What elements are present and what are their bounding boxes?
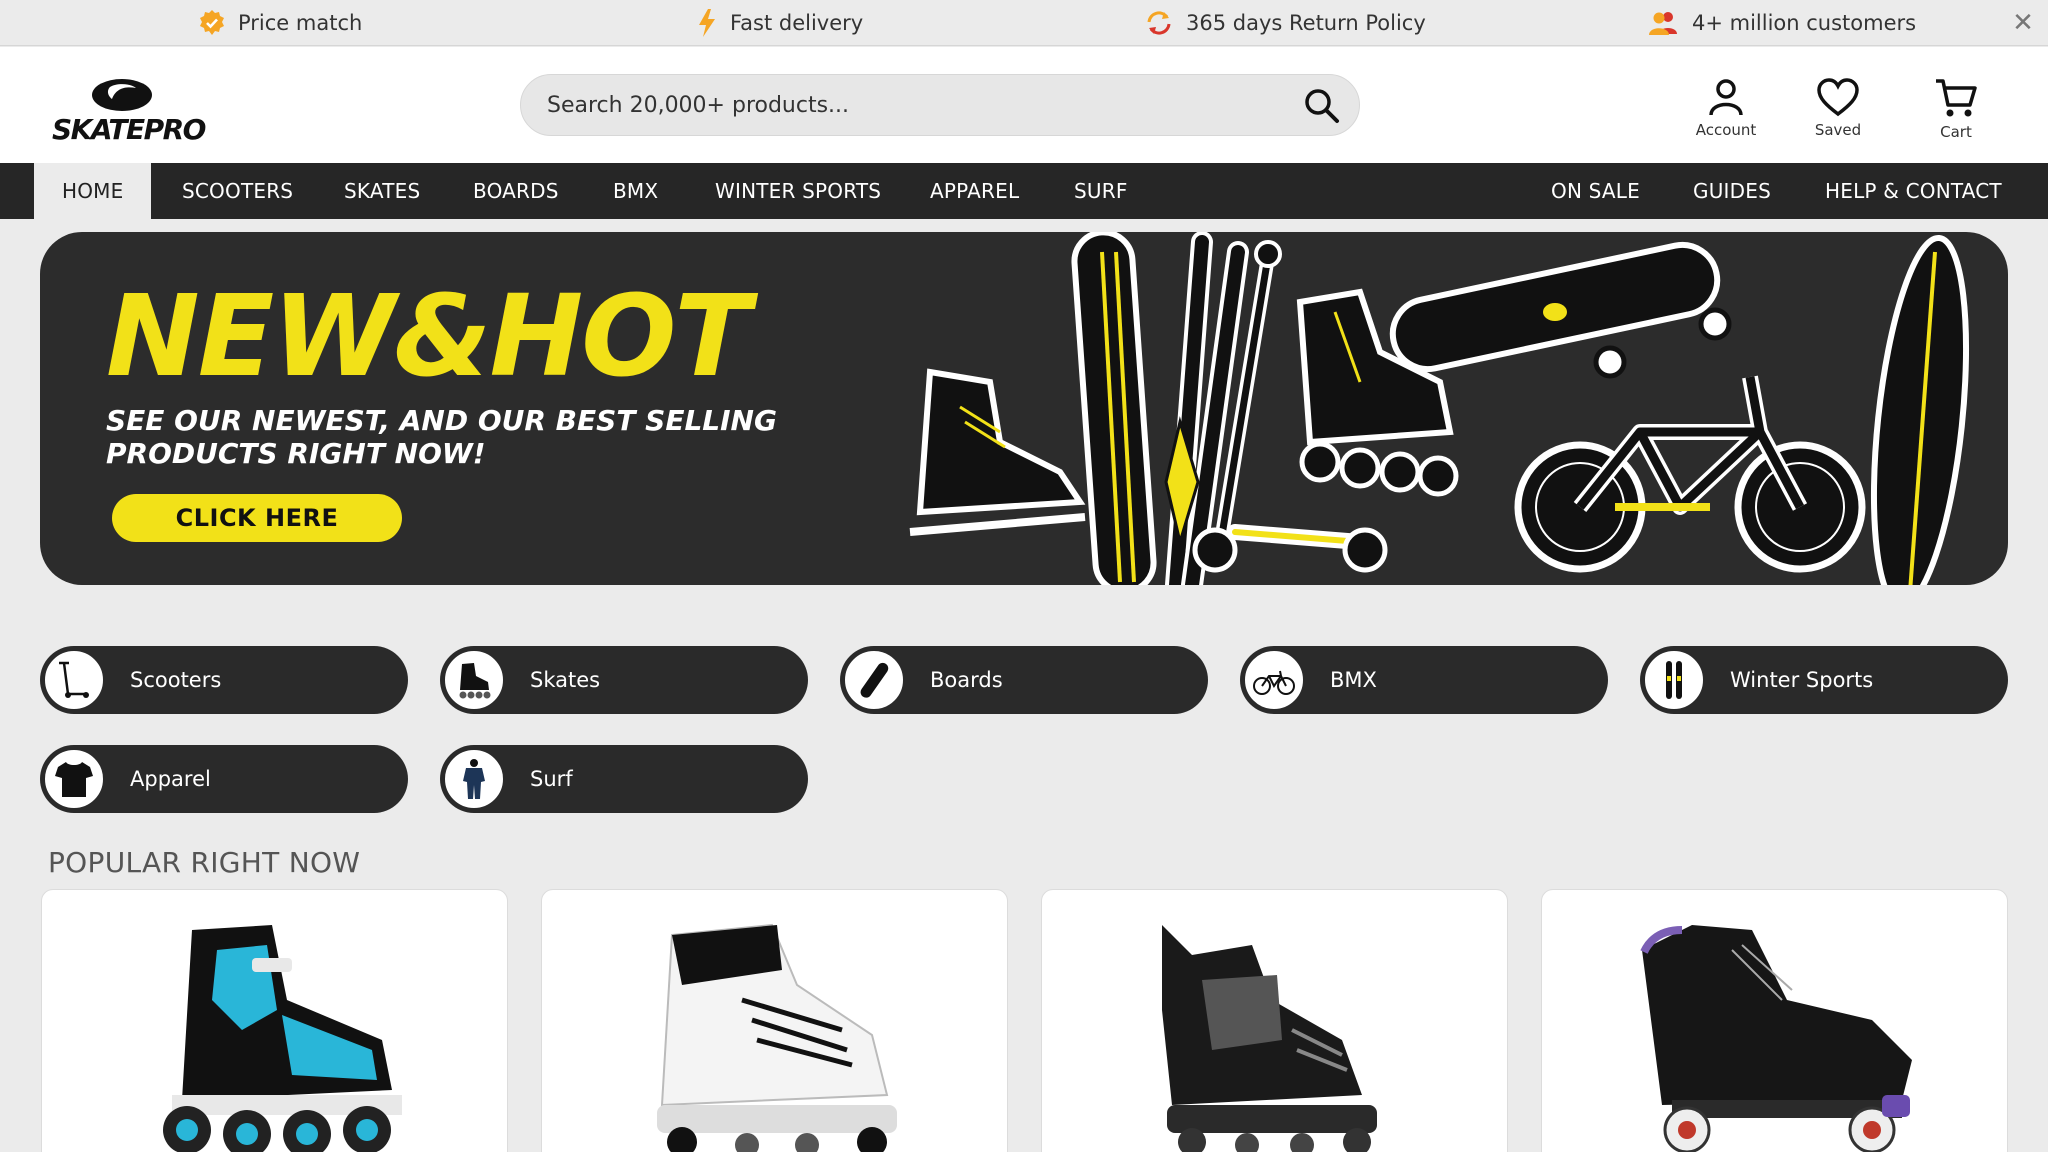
- nav-apparel[interactable]: APPAREL: [930, 163, 1019, 219]
- black-aggressive-skate-image: [1162, 925, 1377, 1152]
- category-boards[interactable]: Boards: [840, 646, 1208, 714]
- nav-surf[interactable]: SURF: [1074, 163, 1128, 219]
- usp-label: 4+ million customers: [1692, 11, 1917, 35]
- category-label: Boards: [930, 668, 1003, 692]
- hero-sports-illustration: [909, 232, 1970, 585]
- close-icon[interactable]: ✕: [2008, 8, 2038, 38]
- hero-subtitle-line2: PRODUCTS RIGHT NOW!: [106, 437, 486, 470]
- search-button[interactable]: [1299, 83, 1345, 129]
- account-button[interactable]: Account: [1678, 77, 1774, 155]
- skis-icon: [1666, 661, 1682, 699]
- hero-title: NEW&HOT: [106, 272, 751, 402]
- nav-guides[interactable]: GUIDES: [1693, 163, 1771, 219]
- category-scooters[interactable]: Scooters: [40, 646, 408, 714]
- lightning-icon: [699, 9, 715, 37]
- nav-scooters[interactable]: SCOOTERS: [182, 163, 293, 219]
- usp-fast-delivery: Fast delivery: [696, 0, 863, 46]
- category-label: Skates: [530, 668, 601, 692]
- black-quad-roller-skate-image: [1640, 925, 1912, 1152]
- hero-subtitle: SEE OUR NEWEST, AND OUR BEST SELLING PRO…: [106, 404, 866, 470]
- search-icon: [1305, 89, 1339, 123]
- nav-on-sale[interactable]: ON SALE: [1551, 163, 1640, 219]
- category-winter-sports[interactable]: Winter Sports: [1640, 646, 2008, 714]
- nav-winter-sports[interactable]: WINTER SPORTS: [715, 163, 881, 219]
- account-icon: [1709, 79, 1743, 116]
- product-card[interactable]: [541, 889, 1008, 1152]
- usp-label: Fast delivery: [730, 11, 864, 35]
- tshirt-icon: [55, 762, 93, 797]
- category-label: BMX: [1330, 668, 1377, 692]
- nav-skates[interactable]: SKATES: [344, 163, 420, 219]
- inline-skate-icon: [459, 663, 491, 699]
- white-aggressive-skate-image: [657, 923, 897, 1152]
- nav-help-contact[interactable]: HELP & CONTACT: [1825, 163, 2002, 219]
- search-bar: [520, 74, 1360, 136]
- product-card[interactable]: [1041, 889, 1508, 1152]
- category-label: Winter Sports: [1730, 668, 1874, 692]
- customers-icon: [1649, 12, 1677, 35]
- badge-check-icon: [200, 10, 224, 35]
- usp-price-match: Price match: [198, 0, 362, 46]
- usp-return-policy: 365 days Return Policy: [1144, 0, 1426, 46]
- return-arrows-icon: [1147, 11, 1171, 35]
- site-header: SKATEPRO Account Saved Cart: [0, 47, 2048, 163]
- main-nav: HOME SCOOTERS SKATES BOARDS BMX WINTER S…: [0, 163, 2048, 219]
- surfboard-illustration: [1870, 234, 1970, 585]
- category-skates[interactable]: Skates: [440, 646, 808, 714]
- cart-icon: [1936, 79, 1977, 117]
- skatepro-logo[interactable]: SKATEPRO: [52, 77, 206, 146]
- skateboard-icon: [860, 662, 889, 698]
- usp-label: 365 days Return Policy: [1186, 11, 1426, 35]
- snowboard-illustration: [1071, 232, 1157, 585]
- usp-label: Price match: [238, 11, 363, 35]
- product-card[interactable]: [1541, 889, 2008, 1152]
- saved-button[interactable]: Saved: [1790, 77, 1886, 155]
- nav-bmx[interactable]: BMX: [613, 163, 658, 219]
- bmx-illustration: [1514, 375, 1866, 573]
- wetsuit-icon: [463, 759, 485, 799]
- blue-black-inline-skate-image: [163, 925, 402, 1152]
- nav-boards[interactable]: BOARDS: [473, 163, 559, 219]
- nav-home[interactable]: HOME: [34, 163, 152, 219]
- hero-cta-button[interactable]: CLICK HERE: [112, 494, 402, 542]
- skateboard-illustration: [1389, 241, 1732, 379]
- usp-bar: Price match Fast delivery 365 days Retur…: [0, 0, 2048, 46]
- logo-text: SKATEPRO: [52, 113, 206, 146]
- search-input[interactable]: [547, 75, 1267, 135]
- hero-subtitle-line1: SEE OUR NEWEST, AND OUR BEST SELLING: [106, 404, 777, 437]
- hero-banner[interactable]: NEW&HOT SEE OUR NEWEST, AND OUR BEST SEL…: [40, 232, 2008, 585]
- bmx-bike-icon: [1253, 670, 1295, 695]
- category-bmx[interactable]: BMX: [1240, 646, 1608, 714]
- cart-button[interactable]: Cart: [1908, 77, 2004, 155]
- category-surf[interactable]: Surf: [440, 745, 808, 813]
- saved-label: Saved: [1814, 121, 1862, 139]
- scooter-icon: [59, 661, 89, 698]
- category-label: Apparel: [130, 767, 211, 791]
- product-card[interactable]: [41, 889, 508, 1152]
- usp-customers: 4+ million customers: [1648, 0, 1916, 46]
- heart-icon: [1817, 78, 1859, 117]
- category-apparel[interactable]: Apparel: [40, 745, 408, 813]
- popular-section-title: POPULAR RIGHT NOW: [48, 846, 361, 879]
- category-label: Scooters: [130, 668, 222, 692]
- account-label: Account: [1695, 121, 1757, 139]
- ice-skate-illustration: [909, 368, 1086, 536]
- category-label: Surf: [530, 767, 573, 791]
- cart-label: Cart: [1940, 123, 1972, 141]
